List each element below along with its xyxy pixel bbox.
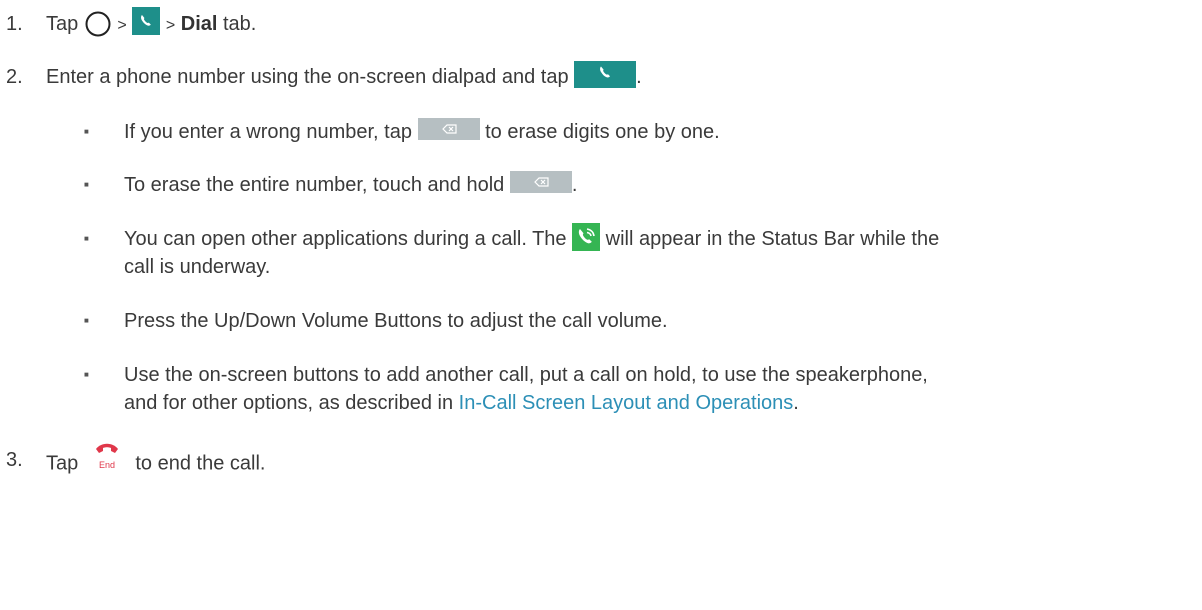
bullet-text: If you enter a wrong number, tap to eras… [124, 117, 720, 146]
bullet-text: Use the on-screen buttons to add another… [124, 364, 928, 386]
end-call-icon: End [84, 438, 130, 474]
bullet-text: Press the Up/Down Volume Buttons to adju… [124, 310, 668, 332]
status-bar-call-icon [572, 222, 601, 251]
in-call-screen-link[interactable]: In-Call Screen Layout and Operations [459, 392, 794, 414]
end-call-label: End [99, 460, 115, 470]
step-number: 3. [6, 449, 23, 471]
step-text: Enter a phone number using the on-screen… [46, 61, 642, 91]
bullet-text: You can open other applications during a… [124, 222, 939, 254]
bullet-marker: ■ [84, 127, 89, 136]
call-button-icon [574, 61, 637, 89]
phone-app-icon [132, 6, 161, 35]
bullet-marker: ■ [84, 180, 89, 189]
home-circle-icon [84, 11, 112, 39]
step-text: Tap End to end the call. [46, 443, 265, 482]
step-text: Tap > > Dial tab. [46, 6, 256, 40]
backspace-icon [417, 117, 480, 140]
bullet-marker: ■ [84, 234, 89, 243]
backspace-icon [509, 170, 572, 193]
bullet-text: To erase the entire number, touch and ho… [124, 170, 577, 199]
bullet-marker: ■ [84, 316, 89, 325]
bullet-marker: ■ [84, 370, 89, 379]
step-number: 2. [6, 66, 23, 88]
step-number: 1. [6, 13, 23, 35]
